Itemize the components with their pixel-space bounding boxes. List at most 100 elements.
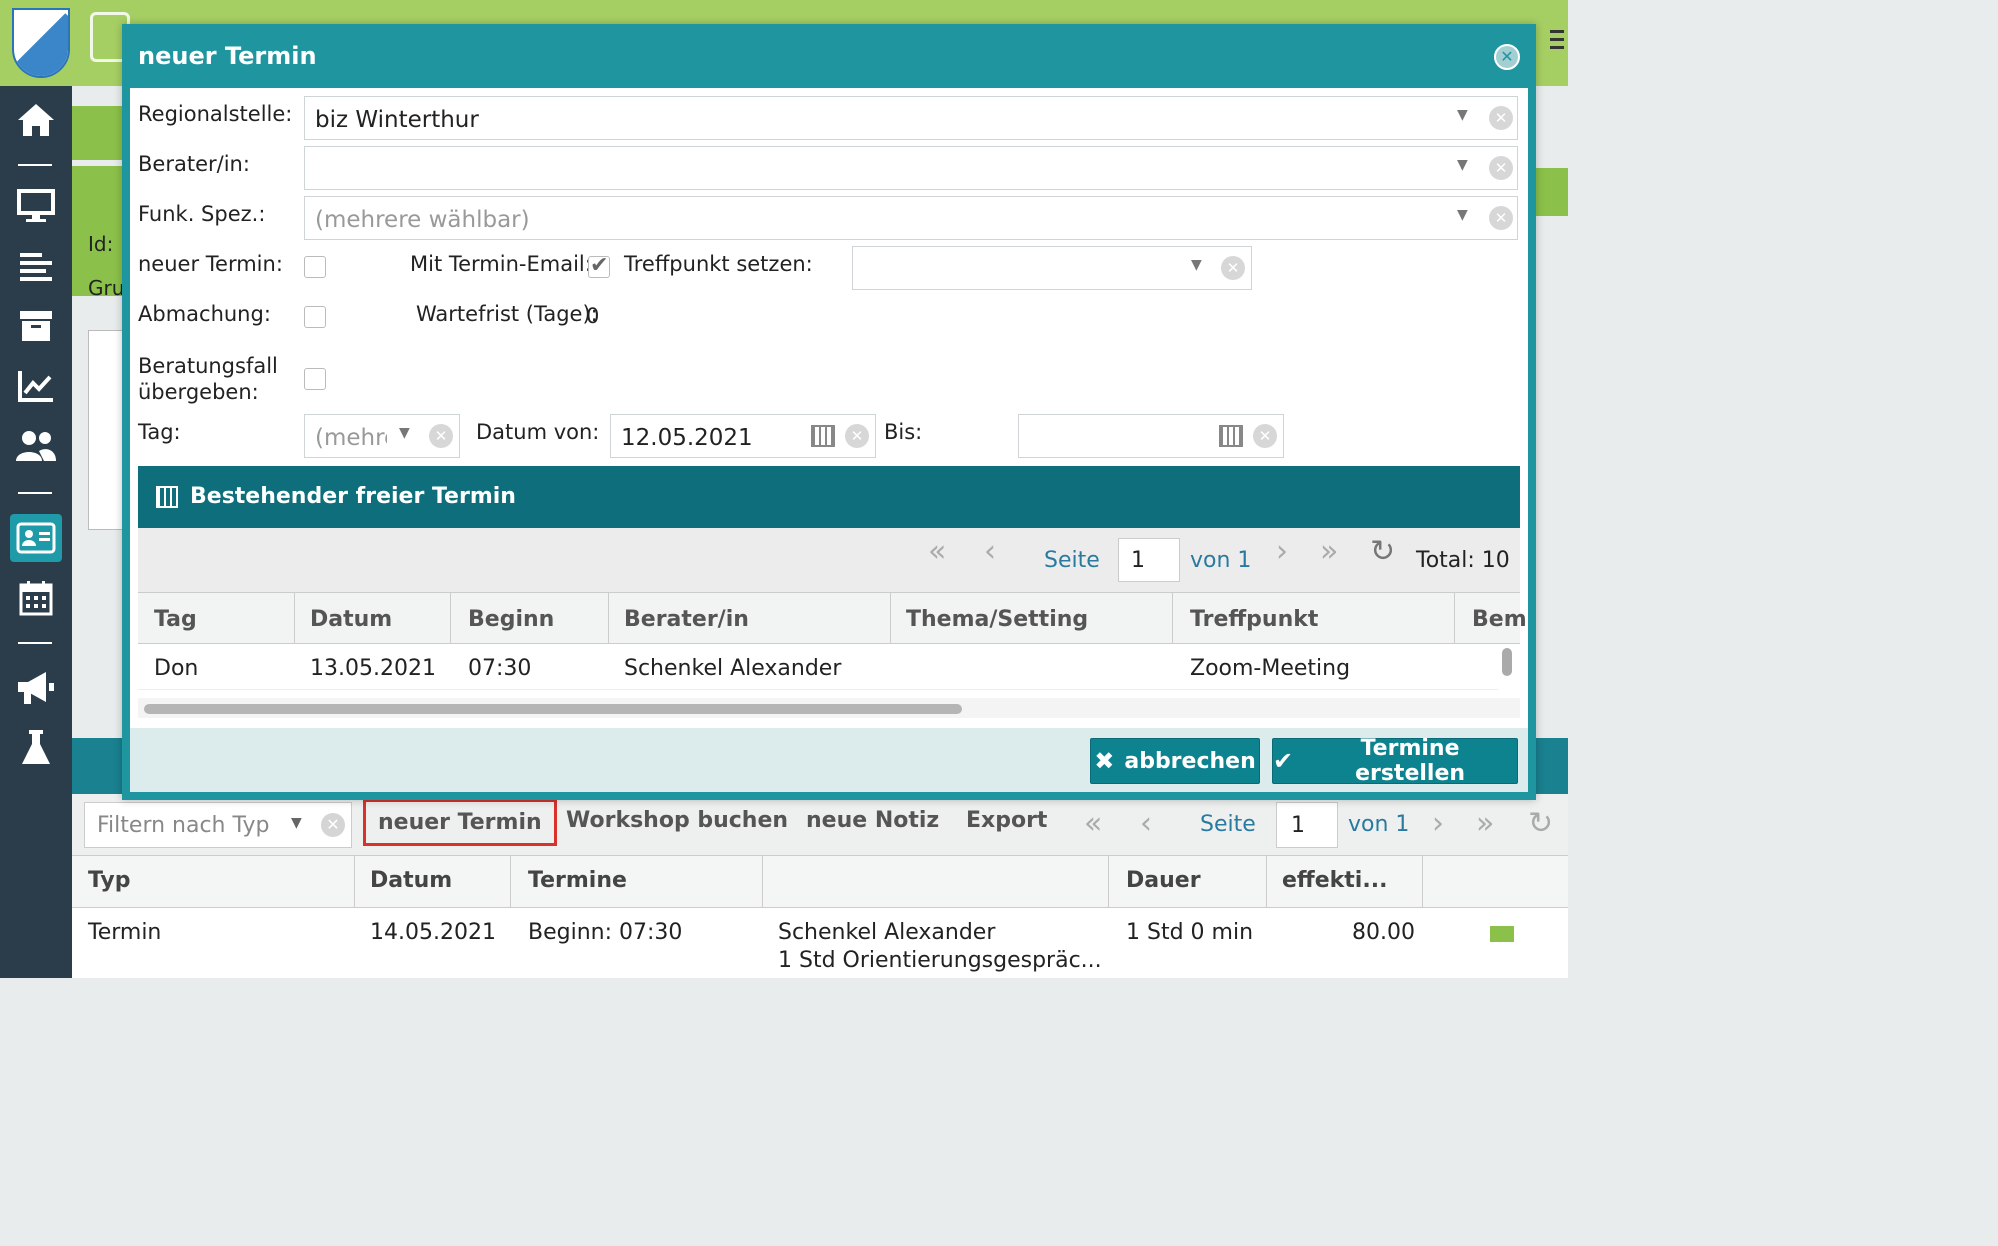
date-from-value: 12.05.2021 [621,425,753,451]
advisor-combo[interactable]: ▼ ✕ [304,146,1518,190]
chevron-down-icon[interactable]: ▼ [1457,207,1468,223]
horizontal-scrollbar[interactable] [144,704,962,714]
cell-start: 07:30 [468,656,532,681]
function-spec-combo[interactable]: (mehrere wählbar) ▼ ✕ [304,196,1518,240]
dialog-title: neuer Termin [138,42,317,70]
cell-day: Don [154,656,199,681]
chevron-down-icon[interactable]: ▼ [399,425,410,441]
agreement-checkbox[interactable] [304,306,326,328]
clear-icon[interactable]: ✕ [1489,106,1513,130]
day-placeholder: (mehrere wählbar) [315,425,387,451]
table-row[interactable]: Termin 14.05.2021 Beginn: 07:30 Schenkel… [72,908,1568,978]
with-email-checkbox[interactable] [588,253,610,278]
book-workshop-button[interactable]: Workshop buchen [566,808,788,833]
prev-page-icon[interactable]: ‹ [1140,806,1152,841]
flask-icon[interactable] [10,724,62,772]
case-transfer-checkbox[interactable] [304,368,326,390]
day-combo[interactable]: (mehrere wählbar) ▼ ✕ [304,414,460,458]
clear-icon[interactable]: ✕ [1489,206,1513,230]
prev-page-icon[interactable]: ‹ [984,534,996,569]
new-note-button[interactable]: neue Notiz [806,808,939,833]
regional-office-value: biz Winterthur [315,107,479,133]
filter-type-combo[interactable]: Filtern nach Typ ▼ ✕ [84,802,352,848]
refresh-icon[interactable]: ↻ [1370,534,1395,569]
archive-icon[interactable] [10,302,62,350]
last-page-icon[interactable]: » [1320,534,1338,569]
cell-person: Schenkel Alexander [778,920,996,945]
column-header[interactable]: Beginn [468,607,554,632]
next-page-icon[interactable]: › [1276,534,1288,569]
export-button[interactable]: Export [966,808,1047,833]
chevron-down-icon[interactable]: ▼ [1191,257,1202,273]
new-appointment-button[interactable]: neuer Termin [363,799,557,846]
create-appointments-button[interactable]: ✔ Termine erstellen [1272,736,1518,786]
advisor-label: Berater/in: [138,152,250,176]
with-email-label: Mit Termin-Email: [410,252,592,276]
column-header[interactable]: effekti... [1282,868,1387,893]
calendar-icon[interactable] [10,574,62,622]
clear-icon[interactable]: ✕ [321,813,345,837]
next-page-icon[interactable]: › [1432,806,1444,841]
first-page-icon[interactable]: « [1084,806,1102,841]
column-header[interactable]: Bem [1472,607,1527,632]
column-header[interactable]: Thema/Setting [906,607,1088,632]
first-page-icon[interactable]: « [928,534,946,569]
meeting-point-combo[interactable]: ▼ ✕ [852,246,1252,290]
calendar-icon[interactable] [811,425,835,447]
refresh-icon[interactable]: ↻ [1528,806,1553,841]
column-header[interactable]: Dauer [1126,868,1201,893]
pager-page-label: Seite [1200,812,1256,837]
agreement-label: Abmachung: [138,302,271,326]
pager-page-label: Seite [1044,548,1100,573]
sidebar-divider [18,492,52,494]
column-header[interactable]: Datum [310,607,392,632]
megaphone-icon[interactable] [10,664,62,712]
users-icon[interactable] [10,422,62,470]
chart-icon[interactable] [10,362,62,410]
date-to-field[interactable]: ✕ [1018,414,1284,458]
column-header[interactable]: Typ [88,868,131,893]
vertical-scrollbar[interactable] [1502,648,1512,676]
chevron-down-icon[interactable]: ▼ [1457,107,1468,123]
column-header[interactable]: Termine [528,868,627,893]
clear-icon[interactable]: ✕ [1221,256,1245,280]
clear-icon[interactable]: ✕ [1253,424,1277,448]
menu-icon[interactable] [1550,30,1564,52]
column-header[interactable]: Tag [154,607,197,632]
monitor-icon[interactable] [10,182,62,230]
check-icon: ✔ [1273,747,1294,775]
date-from-field[interactable]: 12.05.2021 ✕ [610,414,876,458]
cell-type: Termin [88,920,162,945]
table-row[interactable]: Don 13.05.2021 07:30 Schenkel Alexander … [138,644,1498,690]
column-header[interactable]: Datum [370,868,452,893]
cell-appointments: Beginn: 07:30 [528,920,683,945]
regional-office-label: Regionalstelle: [138,102,293,126]
group-label: Gru [88,276,125,300]
page-input[interactable]: 1 [1276,802,1338,848]
regional-office-combo[interactable]: biz Winterthur ▼ ✕ [304,96,1518,140]
close-icon[interactable]: ✕ [1494,44,1520,70]
search-button[interactable] [72,106,126,160]
cell-effective: 80.00 [1352,920,1415,945]
list-icon[interactable] [10,242,62,290]
contact-card-icon[interactable] [10,514,62,562]
home-icon[interactable] [10,96,62,144]
cell-meeting-point: Zoom-Meeting [1190,656,1351,681]
clear-icon[interactable]: ✕ [429,424,453,448]
chevron-down-icon[interactable]: ▼ [291,815,302,831]
calendar-icon[interactable] [1219,425,1243,447]
waiting-period-label: Wartefrist (Tage): [416,302,598,326]
column-header[interactable]: Berater/in [624,607,749,632]
clear-icon[interactable]: ✕ [1489,156,1513,180]
function-spec-label: Funk. Spez.: [138,202,266,226]
last-page-icon[interactable]: » [1476,806,1494,841]
waiting-period-value: 0 [586,304,600,328]
page-input[interactable]: 1 [1118,538,1180,582]
clear-icon[interactable]: ✕ [845,424,869,448]
chevron-down-icon[interactable]: ▼ [1457,157,1468,173]
cancel-button[interactable]: ✖ abbrechen [1090,738,1260,784]
column-header[interactable]: Treffpunkt [1190,607,1318,632]
new-appointment-checkbox[interactable] [304,256,326,278]
free-slots-pager: « ‹ Seite 1 von 1 › » ↻ Total: 10 [138,528,1520,592]
mail-icon[interactable] [1490,926,1514,942]
